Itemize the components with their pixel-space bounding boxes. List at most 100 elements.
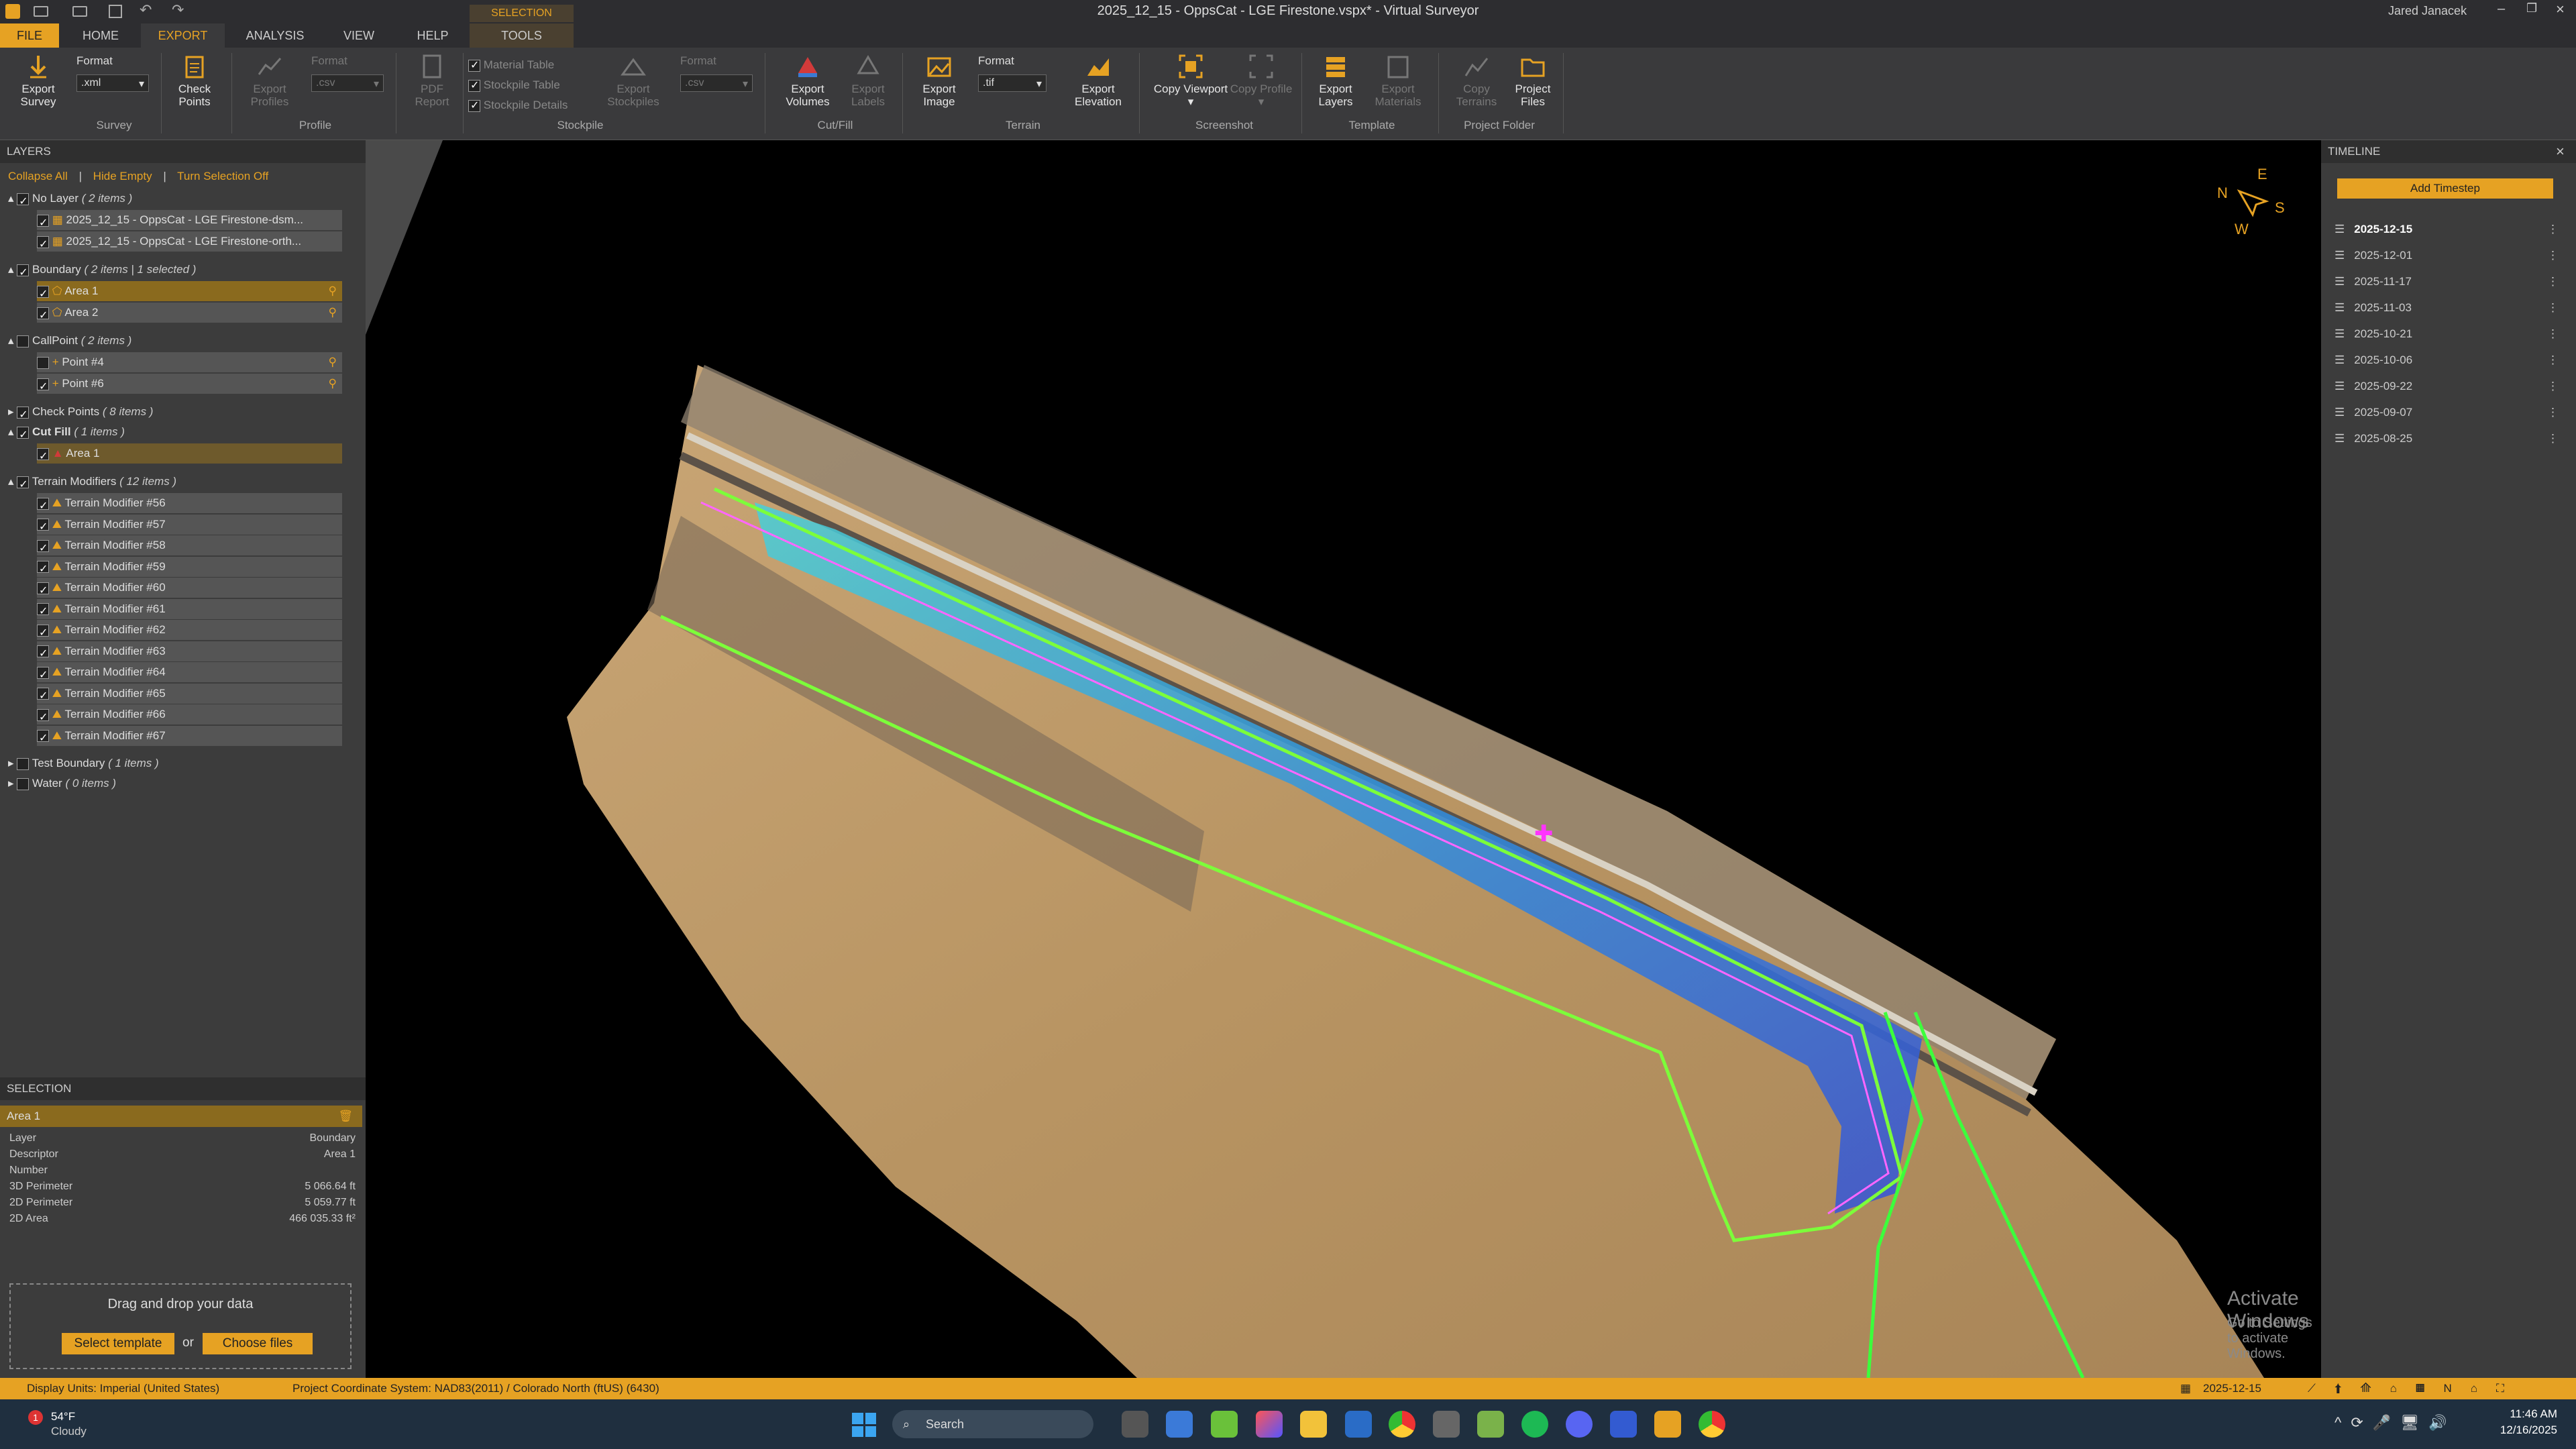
material-table-checkbox[interactable] xyxy=(468,58,480,72)
chrome-icon[interactable] xyxy=(1389,1411,1415,1438)
item-checkbox[interactable] xyxy=(37,235,49,255)
terrain-format-select[interactable]: .tif ▾ xyxy=(978,74,1046,92)
tab-help[interactable]: HELP xyxy=(409,23,456,48)
item-checkbox[interactable] xyxy=(37,686,49,706)
item-checkbox[interactable] xyxy=(37,496,49,517)
layer-item[interactable]: ⬠ Area 2⚲ xyxy=(37,303,342,326)
drag-handle-icon[interactable]: ☰ xyxy=(2334,301,2345,314)
item-checkbox[interactable] xyxy=(37,306,49,326)
more-options-icon[interactable]: ⋮ xyxy=(2547,269,2559,294)
layer-visibility-checkbox[interactable] xyxy=(17,335,30,347)
item-checkbox[interactable] xyxy=(37,517,49,537)
export-stockpiles-button[interactable]: Export Stockpiles xyxy=(602,53,664,108)
export-volumes-button[interactable]: Export Volumes xyxy=(778,53,837,108)
timestep-item[interactable]: ☰ 2025-11-17 ⋮ xyxy=(2334,269,2563,294)
layer-group-terrain-modifiers[interactable]: ▴ Terrain Modifiers ( 12 items ) xyxy=(8,472,176,495)
timestep-item[interactable]: ☰ 2025-10-21 ⋮ xyxy=(2334,321,2563,347)
item-checkbox[interactable] xyxy=(37,644,49,664)
file-explorer-icon[interactable] xyxy=(1300,1411,1327,1438)
open-folder-icon[interactable] xyxy=(34,6,48,17)
layer-item[interactable]: + Point #4 ⚲ xyxy=(37,352,342,372)
more-options-icon[interactable]: ⋮ xyxy=(2547,374,2559,399)
timestep-item[interactable]: ☰ 2025-09-07 ⋮ xyxy=(2334,400,2563,425)
more-options-icon[interactable]: ⋮ xyxy=(2547,426,2559,451)
project-files-button[interactable]: Project Files xyxy=(1505,53,1560,108)
item-checkbox[interactable] xyxy=(37,559,49,580)
discord-icon[interactable] xyxy=(1566,1411,1593,1438)
add-timestep-button[interactable]: Add Timestep xyxy=(2337,178,2553,199)
more-options-icon[interactable]: ⋮ xyxy=(2547,217,2559,242)
export-profiles-button[interactable]: Export Profiles xyxy=(240,53,299,108)
layer-item[interactable]: + Point #6⚲ xyxy=(37,374,342,397)
layer-group-no-layer[interactable]: ▴ No Layer ( 2 items ) xyxy=(8,189,132,212)
tab-home[interactable]: HOME xyxy=(74,23,127,48)
drag-handle-icon[interactable]: ☰ xyxy=(2334,327,2345,340)
layer-visibility-checkbox[interactable] xyxy=(17,425,30,445)
store-icon[interactable] xyxy=(1345,1411,1372,1438)
pin-icon[interactable]: ⚲ xyxy=(329,374,337,394)
select-template-button[interactable]: Select template xyxy=(62,1333,174,1354)
timestep-item[interactable]: ☰ 2025-09-22 ⋮ xyxy=(2334,374,2563,399)
virtual-surveyor-icon[interactable] xyxy=(1654,1411,1681,1438)
app-icon-a[interactable] xyxy=(1610,1411,1637,1438)
item-checkbox[interactable] xyxy=(37,539,49,559)
layer-item[interactable]: ▦ 2025_12_15 - OppsCat - LGE Firestone-d… xyxy=(37,210,342,233)
more-options-icon[interactable]: ⋮ xyxy=(2547,347,2559,373)
layer-visibility-checkbox[interactable] xyxy=(17,192,30,212)
layer-item[interactable]: ▲ Area 1 xyxy=(37,443,342,467)
timestep-item[interactable]: ☰ 2025-11-03 ⋮ xyxy=(2334,295,2563,321)
terrain-render[interactable]: ✚ xyxy=(366,140,2321,1378)
layer-item[interactable]: ▦ 2025_12_15 - OppsCat - LGE Firestone-o… xyxy=(37,231,342,255)
terrain-modifier-item[interactable]: ⛰ Terrain Modifier #64 xyxy=(37,662,342,686)
layer-visibility-checkbox[interactable] xyxy=(17,405,30,425)
layer-visibility-checkbox[interactable] xyxy=(17,757,30,770)
collapse-all-link[interactable]: Collapse All xyxy=(8,170,68,182)
terrain-modifier-item[interactable]: ⛰ Terrain Modifier #57 xyxy=(37,514,342,537)
drag-handle-icon[interactable]: ☰ xyxy=(2334,249,2345,262)
snipping-tool-icon[interactable] xyxy=(1166,1411,1193,1438)
start-button[interactable] xyxy=(852,1413,876,1437)
more-options-icon[interactable]: ⋮ xyxy=(2547,295,2559,321)
layer-group-boundary[interactable]: ▴ Boundary ( 2 items | 1 selected ) xyxy=(8,260,196,283)
terrain-modifier-item[interactable]: ⛰ Terrain Modifier #60 xyxy=(37,578,342,601)
export-materials-button[interactable]: Export Materials xyxy=(1366,53,1430,108)
status-date[interactable]: 2025-12-15 xyxy=(2203,1378,2261,1399)
copy-profile-button[interactable]: Copy Profile ▾ xyxy=(1228,53,1295,108)
export-image-button[interactable]: Export Image xyxy=(911,53,967,108)
layer-visibility-checkbox[interactable] xyxy=(17,777,30,790)
export-labels-button[interactable]: Export Labels xyxy=(839,53,898,108)
terrain-modifier-item[interactable]: ⛰ Terrain Modifier #67 xyxy=(37,725,342,749)
item-checkbox[interactable] xyxy=(37,356,49,369)
turn-selection-off-link[interactable]: Turn Selection Off xyxy=(177,170,268,182)
spotify-icon[interactable] xyxy=(1521,1411,1548,1438)
stockpile-details-option[interactable]: Stockpile Details xyxy=(468,99,568,112)
new-folder-icon[interactable] xyxy=(72,6,87,17)
item-checkbox[interactable] xyxy=(37,581,49,601)
3d-viewport[interactable]: ✚ N E S W Activate Windows Go to Setting… xyxy=(366,140,2321,1378)
save-icon[interactable] xyxy=(109,5,122,18)
check-points-button[interactable]: Check Points xyxy=(168,53,221,108)
clock-time[interactable]: 11:46 AM xyxy=(2497,1407,2557,1421)
terrain-modifier-item[interactable]: ⛰ Terrain Modifier #63 xyxy=(37,641,342,664)
layer-group-callpoint[interactable]: ▴ CallPoint ( 2 items ) xyxy=(8,331,131,351)
layer-item-selected[interactable]: ⬠ Area 1⚲ xyxy=(37,281,342,305)
stockpile-table-option[interactable]: Stockpile Table xyxy=(468,78,560,92)
task-view-icon[interactable] xyxy=(1122,1411,1148,1438)
pin-icon[interactable]: ⚲ xyxy=(329,303,337,323)
layer-group-water[interactable]: ▸ Water ( 0 items ) xyxy=(8,773,116,794)
layer-group-test-boundary[interactable]: ▸ Test Boundary ( 1 items ) xyxy=(8,753,159,773)
weather-widget[interactable]: 1 54°F Cloudy xyxy=(20,1406,121,1442)
drag-handle-icon[interactable]: ☰ xyxy=(2334,275,2345,288)
more-options-icon[interactable]: ⋮ xyxy=(2547,243,2559,268)
drag-handle-icon[interactable]: ☰ xyxy=(2334,223,2345,235)
redo-icon[interactable]: ↷ xyxy=(172,1,184,19)
pdf-report-button[interactable]: PDF Report xyxy=(405,53,459,108)
copy-viewport-button[interactable]: Copy Viewport ▾ xyxy=(1152,53,1229,108)
timeline-close-icon[interactable]: × xyxy=(2556,143,2565,160)
close-icon[interactable]: × xyxy=(2556,1,2565,18)
item-checkbox[interactable] xyxy=(37,623,49,643)
system-tray-icons[interactable]: ^⟳🎤🖥🔊 xyxy=(2334,1414,2456,1432)
tab-view[interactable]: VIEW xyxy=(335,23,382,48)
terrain-modifier-item[interactable]: ⛰ Terrain Modifier #62 xyxy=(37,620,342,643)
pin-icon[interactable]: ⚲ xyxy=(329,281,337,301)
